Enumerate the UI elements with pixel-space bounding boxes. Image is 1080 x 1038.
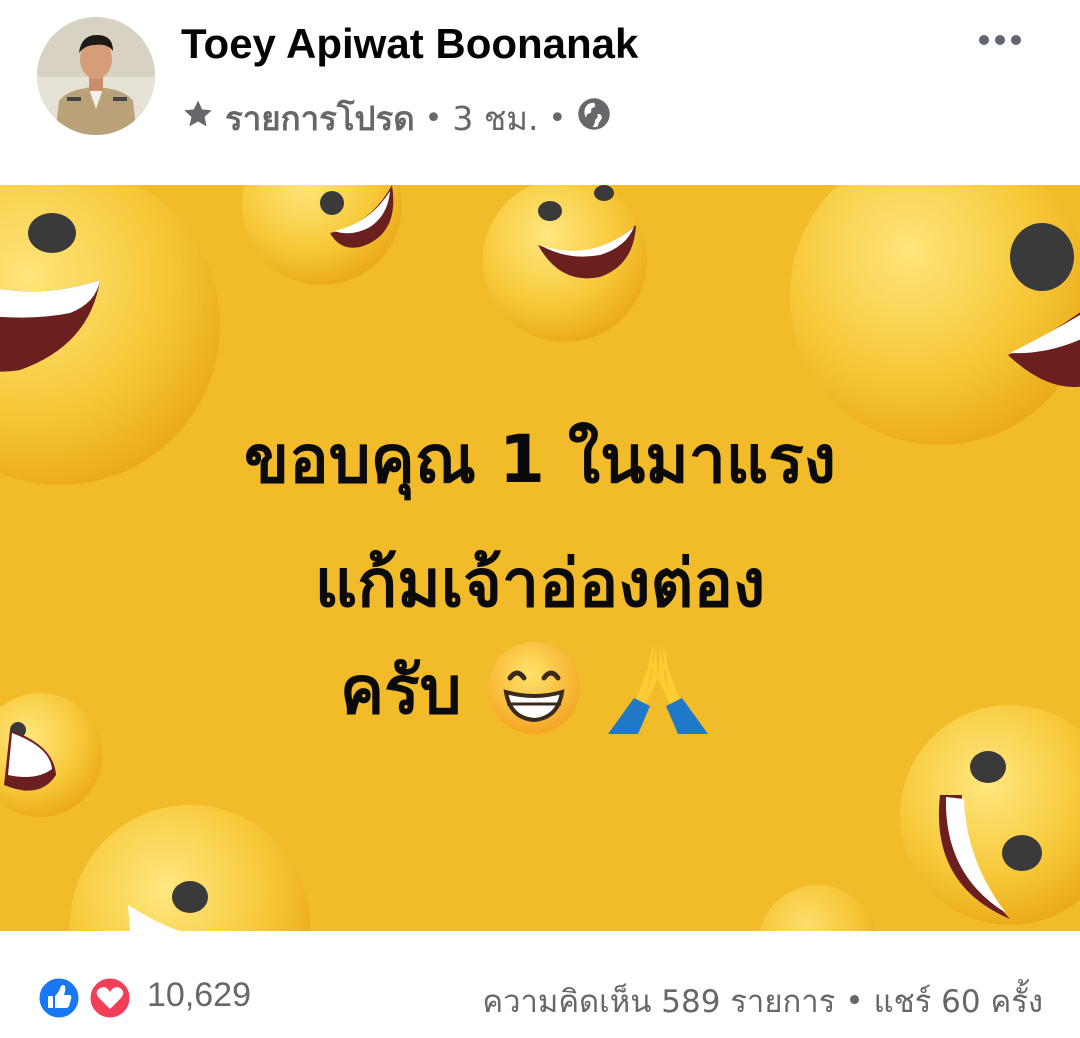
engagement-summary: ความคิดเห็น 589 รายการ • แชร์ 60 ครั้ง xyxy=(482,976,1043,1026)
more-options-button[interactable] xyxy=(970,20,1030,60)
more-dot xyxy=(1011,35,1021,45)
post-image[interactable]: ขอบคุณ 1 ในมาแรง แก้มเจ้าอ่องต่อง ครับ xyxy=(0,185,1080,931)
more-dot xyxy=(979,35,989,45)
love-icon xyxy=(87,975,133,1021)
author-name[interactable]: Toey Apiwat Boonanak xyxy=(181,20,638,68)
engagement-separator: • xyxy=(845,983,864,1019)
reaction-icons[interactable] xyxy=(36,975,136,1021)
share-count[interactable]: แชร์ 60 ครั้ง xyxy=(874,976,1043,1026)
post-text-line-2: แก้มเจ้าอ่องต่อง xyxy=(314,545,766,622)
post-text-line-1: ขอบคุณ 1 ในมาแรง xyxy=(243,421,837,498)
post-meta: รายการโปรด • 3 ชม. • xyxy=(181,95,612,141)
avatar[interactable] xyxy=(37,17,155,135)
post-header: Toey Apiwat Boonanak รายการโปรด • 3 ชม. … xyxy=(0,0,1080,185)
avatar-photo xyxy=(37,17,155,135)
meta-separator: • xyxy=(424,100,443,136)
post-timestamp[interactable]: 3 ชม. xyxy=(452,92,538,145)
folded-hands-emoji xyxy=(606,638,710,742)
reaction-count[interactable]: 10,629 xyxy=(147,976,251,1015)
globe-icon[interactable] xyxy=(576,96,612,140)
post-text-line-3-text: ครับ xyxy=(340,651,462,729)
comment-count[interactable]: ความคิดเห็น 589 รายการ xyxy=(482,976,835,1026)
grinning-face-emoji xyxy=(484,638,584,742)
like-icon xyxy=(36,975,82,1021)
post-text-line-3: ครับ xyxy=(340,635,710,745)
meta-separator: • xyxy=(548,100,567,136)
audience-label[interactable]: รายการโปรด xyxy=(225,92,415,145)
more-dot xyxy=(995,35,1005,45)
star-icon xyxy=(181,97,215,139)
